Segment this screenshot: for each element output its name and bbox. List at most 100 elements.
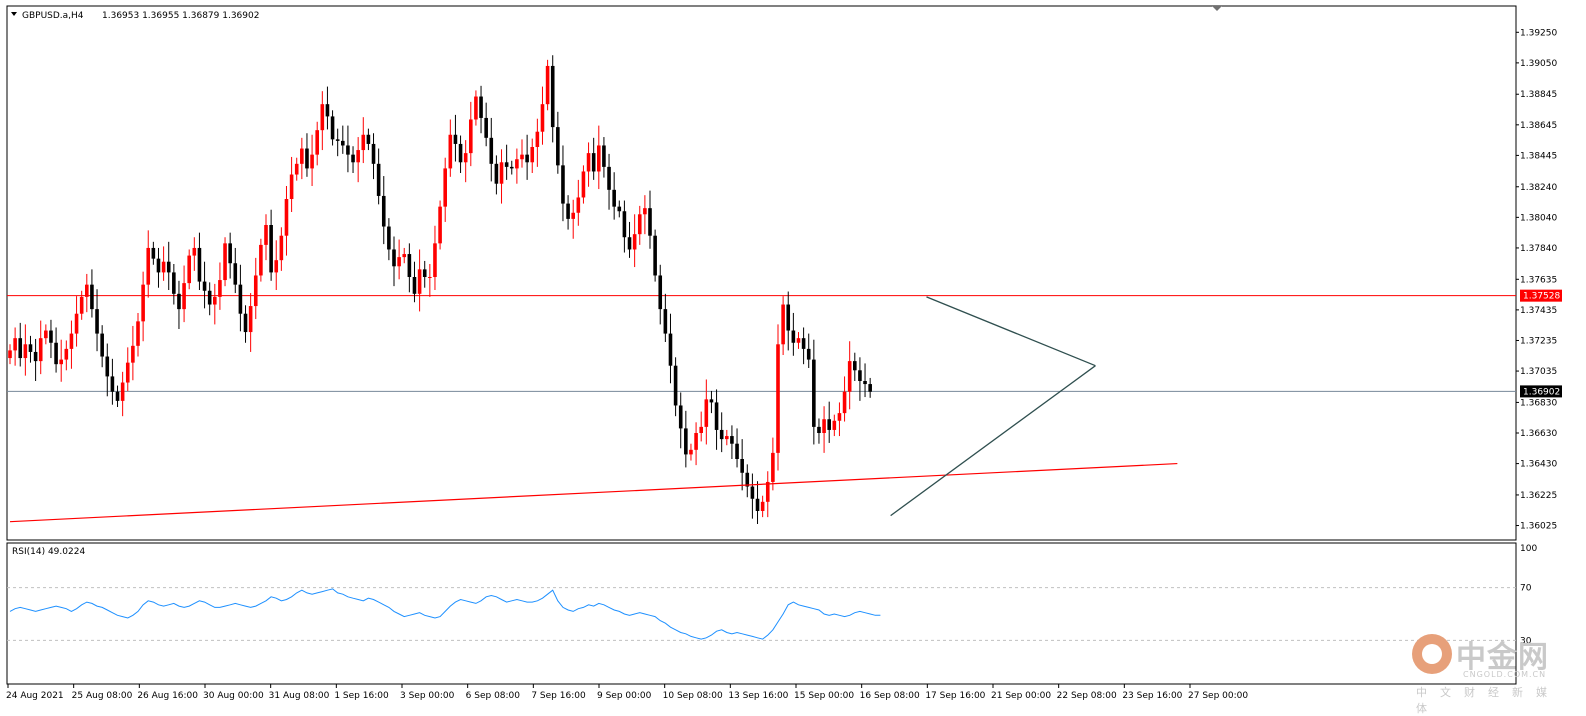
logo-slogan: 中文财经新媒体	[1416, 686, 1560, 715]
candle-body	[863, 381, 867, 385]
candle-body	[868, 384, 872, 392]
candle-body	[653, 235, 657, 276]
candle-body	[412, 277, 417, 294]
ohlc-readout: 1.36953 1.36955 1.36879 1.36902	[102, 11, 259, 21]
rsi-pane	[6, 542, 1517, 685]
candle-body	[622, 211, 627, 238]
candle-body	[525, 154, 529, 163]
candle-body	[351, 154, 355, 163]
candle-body	[346, 145, 350, 155]
candle-body	[540, 104, 545, 132]
time-tick-label: 6 Sep 08:00	[466, 691, 521, 701]
candle-body	[719, 429, 724, 440]
price-tick-label: 1.38040	[1520, 213, 1557, 223]
candle-body	[448, 134, 453, 169]
candle-body	[376, 163, 381, 196]
candle-body	[356, 150, 360, 163]
candle-body	[637, 214, 642, 235]
candle-body	[146, 247, 151, 285]
candle-body	[136, 321, 140, 346]
candle-body	[489, 137, 494, 164]
candle-body	[796, 338, 801, 343]
candle-body	[566, 203, 570, 219]
candle-body	[504, 162, 509, 167]
candle-body	[494, 163, 499, 184]
chart-canvas: GBPUSD.a,H4 1.36953 1.36955 1.36879 1.36…	[6, 5, 1562, 701]
time-tick-label: 21 Sep 00:00	[991, 691, 1051, 701]
candle-body	[238, 284, 243, 314]
candle-body	[699, 426, 703, 433]
candle-body	[177, 293, 181, 310]
candle-body	[294, 163, 299, 175]
candle-body	[428, 277, 432, 278]
candle-body	[218, 280, 222, 297]
candle-body	[371, 143, 376, 164]
candle-body	[397, 257, 401, 267]
time-axis: 24 Aug 2021 25 Aug 08:00 26 Aug 16:00 30 Au…	[6, 684, 1248, 701]
candle-body	[131, 345, 135, 363]
candle-body	[207, 290, 212, 305]
candle-body	[151, 247, 156, 259]
candle-body	[673, 365, 678, 406]
candle-body	[105, 356, 110, 377]
candle-body	[791, 330, 796, 343]
price-tick-label: 1.37635	[1520, 275, 1557, 285]
cngold-logo-icon	[1412, 634, 1452, 674]
candle-body	[607, 166, 611, 190]
candle-body	[125, 362, 130, 383]
candle-body	[95, 309, 99, 334]
candle-body	[172, 272, 176, 294]
time-tick-label: 26 Aug 16:00	[137, 691, 198, 701]
candle-body	[786, 304, 791, 331]
price-tick-label: 1.37435	[1520, 306, 1557, 316]
candle-body	[8, 350, 12, 359]
time-tick-label: 17 Sep 16:00	[925, 691, 985, 701]
candle-body	[663, 309, 668, 334]
candle-body	[561, 165, 565, 204]
candle-body	[658, 275, 663, 310]
candle-body	[617, 206, 622, 212]
candle-body	[740, 459, 744, 473]
time-tick-label: 15 Sep 00:00	[794, 691, 854, 701]
candle-body	[305, 148, 309, 169]
candle-body	[612, 189, 616, 207]
cngold-watermark: 中金网 CNGOLD.COM.CN 中文财经新媒体	[1408, 626, 1578, 715]
time-tick-label: 25 Aug 08:00	[72, 691, 133, 701]
candle-body	[520, 154, 524, 160]
candle-body	[806, 348, 811, 360]
candle-body	[90, 284, 94, 310]
price-tag-label: 1.36902	[1523, 387, 1560, 397]
candle-body	[330, 116, 335, 140]
candle-body	[668, 333, 673, 366]
candle-body	[387, 226, 391, 250]
candle-body	[422, 269, 427, 277]
candle-body	[315, 130, 319, 155]
candle-body	[49, 330, 53, 343]
candle-body	[760, 501, 765, 511]
time-tick-label: 9 Sep 00:00	[597, 691, 652, 701]
candle-body	[59, 359, 63, 365]
price-tick-label: 1.37035	[1520, 367, 1557, 377]
candle-body	[801, 338, 806, 349]
candle-body	[684, 428, 688, 455]
candle-body	[453, 134, 458, 144]
time-tick-label: 13 Sep 16:00	[728, 691, 788, 701]
price-tick-label: 1.36830	[1520, 398, 1557, 408]
candle-body	[463, 153, 468, 163]
candle-body	[576, 197, 581, 213]
rsi-title: RSI(14) 49.0224	[12, 547, 85, 557]
price-tick-label: 1.36025	[1520, 522, 1557, 532]
candle-body	[842, 391, 847, 414]
candle-body	[771, 452, 775, 482]
candle-body	[310, 154, 314, 169]
candle-body	[23, 344, 28, 359]
candle-body	[602, 145, 606, 167]
candle-body	[714, 402, 719, 430]
candle-body	[392, 249, 396, 267]
price-tick-label: 1.38445	[1520, 151, 1557, 161]
candle-body	[381, 195, 386, 227]
candle-body	[458, 143, 463, 163]
time-tick-label: 7 Sep 16:00	[531, 691, 586, 701]
candle-body	[264, 225, 268, 245]
candle-body	[443, 168, 447, 207]
